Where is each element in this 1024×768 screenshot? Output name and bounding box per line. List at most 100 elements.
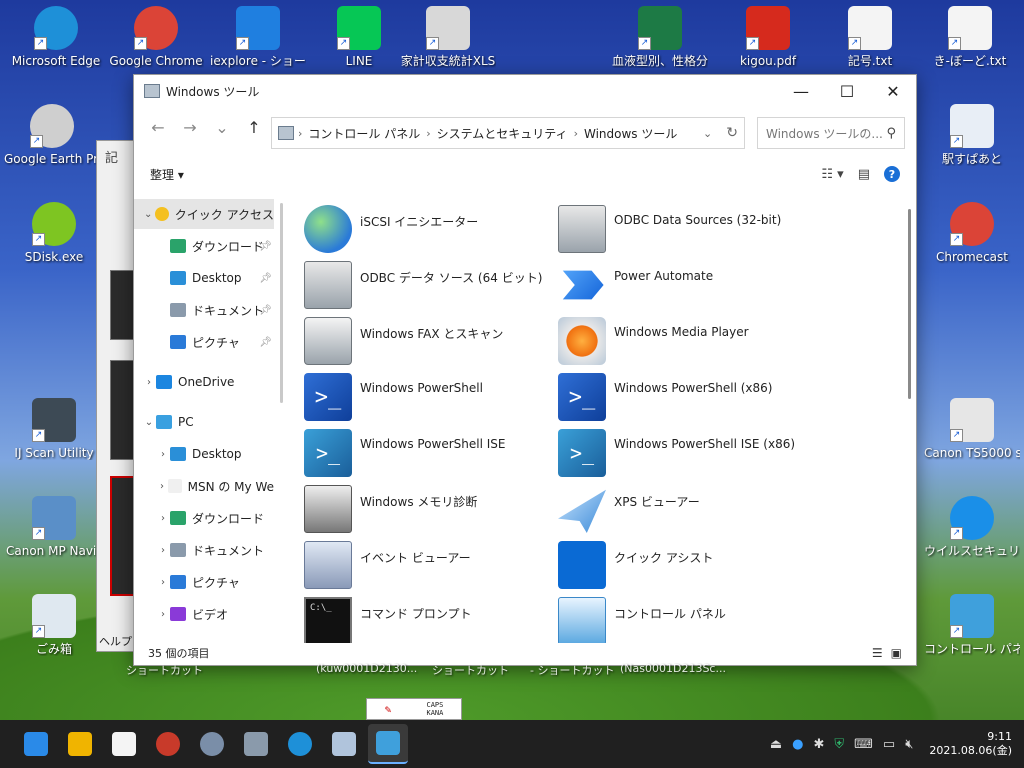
network-icon[interactable]: ▭ [883, 737, 895, 752]
chevron-icon[interactable]: › [156, 481, 168, 492]
tool-item[interactable]: >_ Windows PowerShell [304, 373, 554, 425]
chevron-icon[interactable]: › [142, 377, 156, 388]
breadcrumb-windows-tools[interactable]: Windows ツール [584, 125, 677, 142]
nav-item[interactable]: › ピクチャ [134, 567, 274, 597]
view-options-icon[interactable]: ☷ ▾ [821, 167, 843, 182]
forward-button[interactable]: → [174, 111, 206, 143]
desktop-icon[interactable]: ↗ LINE [311, 6, 407, 68]
preview-pane-icon[interactable]: ▤ [858, 167, 870, 182]
desktop-icon[interactable]: ↗ SDisk.exe [6, 202, 102, 264]
tool-item[interactable]: Windows メモリ診断 [304, 485, 554, 537]
tool-item[interactable]: ODBC データ ソース (64 ビット) [304, 261, 554, 313]
nav-item[interactable]: › ドキュメント [134, 535, 274, 565]
tool-item[interactable]: Power Automate [558, 261, 808, 313]
search-box[interactable]: Windows ツールの... ⚲ [757, 117, 905, 149]
nav-item[interactable]: ⌄ クイック アクセス [134, 199, 274, 229]
nav-item[interactable]: Desktop 📌︎ [134, 263, 274, 293]
desktop-icon[interactable]: ↗ 駅すぱあと [924, 104, 1020, 166]
tool-item[interactable]: コントロール パネル [558, 597, 808, 643]
tool-item[interactable]: >_ Windows PowerShell ISE (x86) [558, 429, 808, 481]
recent-locations-button[interactable]: ⌄ [206, 111, 238, 143]
chevron-icon[interactable]: ⌄ [142, 417, 156, 428]
chevron-icon[interactable]: ⌄ [142, 209, 155, 220]
nav-item[interactable]: › ビデオ [134, 599, 274, 629]
items-scrollbar[interactable] [908, 209, 911, 399]
desktop-icon[interactable]: ↗ ごみ箱 [6, 594, 102, 656]
chevron-icon[interactable]: › [156, 449, 170, 460]
taskbar-app[interactable] [236, 724, 276, 764]
taskbar-app[interactable] [104, 724, 144, 764]
nav-item[interactable]: ⌄ PC [134, 407, 274, 437]
volume-muted-icon[interactable]: 🔇︎ [905, 737, 913, 752]
usb-icon[interactable]: ⏏ [770, 737, 782, 752]
breadcrumb-control-panel[interactable]: コントロール パネル [308, 125, 420, 142]
ime-toolbar[interactable]: ✎ CAPS KANA [366, 698, 462, 720]
desktop-icon[interactable]: ↗ 血液型別、性格分 [612, 6, 708, 68]
close-button[interactable]: ✕ [870, 75, 916, 107]
taskbar-app[interactable] [148, 724, 188, 764]
breadcrumb-separator[interactable]: › [298, 127, 302, 140]
tool-item[interactable]: C:\_ コマンド プロンプト [304, 597, 554, 643]
help-icon[interactable]: ? [884, 166, 900, 182]
start-button[interactable] [16, 724, 56, 764]
refresh-icon[interactable]: ↻ [726, 125, 738, 141]
tool-item[interactable]: ODBC Data Sources (32-bit) [558, 205, 808, 257]
back-button[interactable]: ← [142, 111, 174, 143]
desktop-icon[interactable]: ↗ Google Earth Pro [4, 104, 100, 166]
chevron-icon[interactable]: › [156, 577, 170, 588]
keyboard-icon[interactable]: ⌨ [854, 737, 873, 752]
tool-item[interactable]: >_ Windows PowerShell ISE [304, 429, 554, 481]
search-placeholder[interactable]: Windows ツールの... [766, 125, 886, 142]
taskbar-app[interactable] [368, 724, 408, 764]
nav-item[interactable]: ダウンロード 📌︎ [134, 231, 274, 261]
security-tray-icon[interactable]: ● [792, 737, 803, 752]
desktop-icon[interactable]: ↗ コントロール パネル [924, 594, 1020, 656]
large-icons-view-icon[interactable]: ▣ [891, 646, 902, 660]
defender-icon[interactable]: ⛨ [834, 737, 844, 752]
breadcrumb-system-security[interactable]: システムとセキュリティ [437, 125, 568, 142]
tool-item[interactable]: iSCSI イニシエーター [304, 205, 554, 257]
chevron-icon[interactable]: › [156, 513, 170, 524]
desktop-icon[interactable]: ↗ Google Chrome [108, 6, 204, 68]
desktop-icon[interactable]: ↗ Microsoft Edge [8, 6, 104, 68]
tool-item[interactable]: >_ Windows PowerShell (x86) [558, 373, 808, 425]
chevron-icon[interactable]: › [156, 609, 170, 620]
address-dropdown-icon[interactable]: ⌄ [703, 127, 712, 140]
tool-item[interactable]: イベント ビューアー [304, 541, 554, 593]
tool-item[interactable]: XPS ビューアー [558, 485, 808, 537]
chevron-icon[interactable]: › [156, 545, 170, 556]
breadcrumb-separator[interactable]: › [426, 127, 430, 140]
desktop-icon[interactable]: ↗ IJ Scan Utility [6, 398, 102, 460]
ime-icon[interactable]: ✎ [385, 703, 392, 716]
nav-item[interactable]: › MSN の My We [134, 471, 274, 501]
maximize-button[interactable]: ☐ [824, 75, 870, 107]
up-button[interactable]: ↑ [238, 111, 270, 143]
bluetooth-icon[interactable]: ✱ [813, 737, 824, 752]
taskbar-app[interactable] [280, 724, 320, 764]
title-bar[interactable]: Windows ツール — ☐ ✕ [134, 75, 916, 107]
desktop-icon[interactable]: ↗ kigou.pdf [720, 6, 816, 68]
desktop-icon[interactable]: ↗ ウイルスセキュリティ [924, 496, 1020, 558]
address-bar[interactable]: › コントロール パネル › システムとセキュリティ › Windows ツール… [271, 117, 745, 149]
nav-item[interactable]: ピクチャ 📌︎ [134, 327, 274, 357]
tool-item[interactable]: クイック アシスト [558, 541, 808, 593]
organize-menu[interactable]: 整理 ▾ [150, 166, 184, 183]
breadcrumb-separator[interactable]: › [574, 127, 578, 140]
nav-item[interactable]: › OneDrive [134, 367, 274, 397]
desktop-icon[interactable]: ↗ 記号.txt [822, 6, 918, 68]
desktop-icon[interactable]: ↗ Canon MP Navigator EX 3.0 [6, 496, 102, 558]
taskbar-app[interactable] [324, 724, 364, 764]
desktop-icon[interactable]: ↗ iexplore - ショートカ [210, 6, 306, 68]
nav-item[interactable]: ドキュメント 📌︎ [134, 295, 274, 325]
taskbar-app[interactable] [60, 724, 100, 764]
details-view-icon[interactable]: ☰ [872, 646, 883, 660]
desktop-icon[interactable]: ↗ Canon TS5000 series 電子マニュ... [924, 398, 1020, 460]
clock[interactable]: 9:11 2021.08.06(金) [929, 730, 1012, 758]
tool-item[interactable]: Windows Media Player [558, 317, 808, 369]
tool-item[interactable]: Windows FAX とスキャン [304, 317, 554, 369]
desktop-icon[interactable]: ↗ Chromecast [924, 202, 1020, 264]
desktop-icon[interactable]: ↗ 家計収支統計XLS [400, 6, 496, 68]
desktop-icon[interactable]: ↗ き-ぼーど.txt [922, 6, 1018, 68]
nav-item[interactable]: › Desktop [134, 439, 274, 469]
nav-item[interactable]: › ダウンロード [134, 503, 274, 533]
